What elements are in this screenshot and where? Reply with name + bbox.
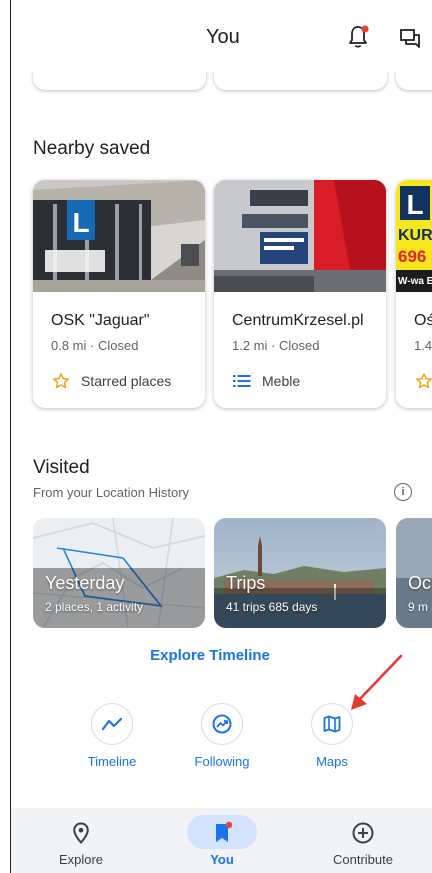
annotation-arrow-icon	[351, 654, 403, 710]
saved-list-label: Starred places	[51, 370, 171, 392]
shortcut-label: Maps	[316, 754, 348, 769]
visited-heading: Visited	[33, 457, 90, 478]
visited-subtitle: From your Location History	[33, 485, 190, 500]
shortcut-label: Timeline	[87, 754, 137, 769]
sign-text: KURS	[398, 227, 432, 244]
bottom-navigation: Explore You Contribute	[11, 808, 432, 873]
saved-place-card[interactable]: L OSK "Jaguar" 0.8 mi · Closed Starred p…	[33, 180, 205, 408]
visited-card-title: Oc	[408, 573, 432, 593]
visited-card-title: Trips	[226, 573, 266, 593]
place-photo	[214, 180, 386, 292]
visited-card-subtitle: 41 trips 685 days	[226, 600, 318, 614]
sign-text: W-wa E	[398, 276, 432, 287]
info-icon[interactable]: i	[394, 483, 412, 501]
nav-label: Contribute	[333, 852, 393, 867]
star-icon	[51, 371, 71, 391]
messages-icon[interactable]	[399, 28, 421, 48]
sign-letter: L	[406, 189, 423, 220]
place-name: Oś	[414, 312, 432, 329]
list-name: Meble	[262, 373, 301, 389]
place-photo: L KURS 696 3 W-wa E	[396, 180, 432, 292]
nav-you[interactable]: You	[172, 808, 282, 873]
place-meta: 1.2 mi · Closed	[232, 338, 320, 353]
place-name: OSK "Jaguar"	[51, 312, 150, 329]
saved-list-label: Meble	[232, 370, 300, 392]
visited-card-trips[interactable]: Trips 41 trips 685 days	[214, 518, 386, 628]
shortcut-circle[interactable]	[201, 703, 243, 745]
nearby-saved-heading: Nearby saved	[33, 138, 151, 159]
bookmark-icon	[216, 821, 233, 842]
shortcut-following[interactable]: Following	[172, 703, 272, 773]
nav-label: You	[210, 852, 234, 867]
screen: You Nearby saved L OSK "Jaguar" 0.8 mi ·…	[0, 0, 432, 873]
place-photo: L	[33, 180, 205, 292]
map-icon	[323, 715, 341, 733]
visited-card-subtitle: 9 m	[408, 600, 429, 614]
saved-list-label	[414, 370, 432, 392]
page-title: You	[206, 26, 240, 48]
place-meta: 0.8 mi · Closed	[51, 338, 139, 353]
sign-text: 696 3	[398, 247, 432, 266]
location-pin-icon	[73, 822, 89, 844]
screen-edge	[10, 0, 11, 873]
visited-card-title: Yesterday	[45, 573, 125, 593]
nav-contribute[interactable]: Contribute	[313, 808, 423, 873]
list-icon	[232, 371, 252, 391]
nav-label: Explore	[58, 852, 104, 867]
nav-explore[interactable]: Explore	[31, 808, 141, 873]
star-icon	[414, 371, 432, 391]
notification-bell-icon[interactable]	[346, 24, 370, 50]
saved-place-card[interactable]: L KURS 696 3 W-wa E Oś 1.4	[396, 180, 432, 408]
saved-place-card[interactable]: CentrumKrzesel.pl 1.2 mi · Closed Meble	[214, 180, 386, 408]
list-name: Starred places	[81, 373, 172, 389]
timeline-icon	[102, 717, 122, 731]
add-circle-icon	[352, 822, 374, 844]
visited-card-yesterday[interactable]: Yesterday 2 places, 1 activity	[33, 518, 205, 628]
following-icon	[212, 714, 232, 734]
app-header: You	[11, 0, 432, 72]
shortcut-circle[interactable]	[91, 703, 133, 745]
shortcut-label: Following	[194, 754, 250, 769]
place-meta: 1.4	[414, 338, 432, 353]
sign-letter: L	[72, 207, 89, 238]
shortcut-timeline[interactable]: Timeline	[62, 703, 162, 773]
place-name: CentrumKrzesel.pl	[232, 312, 364, 329]
visited-card-subtitle: 2 places, 1 activity	[45, 600, 144, 614]
visited-card-other[interactable]: Oc 9 m	[396, 518, 432, 628]
